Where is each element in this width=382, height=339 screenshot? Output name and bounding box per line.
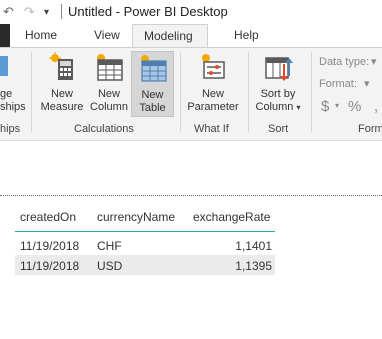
group-separator [311, 52, 312, 132]
window-title: Untitled - Power BI Desktop [68, 4, 228, 19]
tab-home[interactable]: Home [25, 28, 57, 42]
ribbon-tabs: Home View Modeling Help [0, 24, 382, 48]
what-if-group-label: What If [194, 123, 229, 135]
group-separator [248, 52, 249, 132]
customize-quick-access-icon[interactable]: ▾ [44, 7, 49, 18]
new-table-label-2: Table [139, 102, 166, 114]
title-separator [61, 4, 62, 19]
ribbon-modeling: ge ships hips New Measure New Column New… [0, 47, 382, 141]
tab-modeling[interactable]: Modeling [132, 24, 208, 48]
cell-createdon: 11/19/2018 [20, 259, 80, 273]
comma-style-icon[interactable]: , [374, 98, 378, 115]
cell-currencyname: USD [97, 259, 123, 273]
new-parameter-label-2: Parameter [187, 101, 239, 113]
column-header-exchangerate[interactable]: exchangeRate [193, 210, 270, 224]
new-column-label-1: New [97, 88, 120, 100]
redo-icon[interactable]: ↷ [24, 4, 35, 20]
format-label: Format: [319, 78, 357, 90]
new-column-icon [97, 54, 123, 81]
new-column-button[interactable]: New Column [88, 52, 130, 114]
new-column-label-2: Column [90, 101, 128, 113]
group-separator [180, 52, 181, 132]
new-parameter-label-1: New [201, 88, 224, 100]
sort-group-label: Sort [268, 123, 289, 135]
calculator-icon [49, 52, 73, 80]
calculations-group-label: Calculations [74, 123, 134, 135]
undo-icon[interactable]: ↶ [3, 4, 14, 20]
table-row: 11/19/2018 USD 1,1395 [15, 255, 275, 275]
cell-exchangerate: 1,1395 [235, 259, 272, 273]
column-header-createdon[interactable]: createdOn [20, 210, 76, 224]
new-measure-label-1: New [50, 88, 73, 100]
cell-exchangerate: 1,1401 [235, 239, 272, 253]
table-header: createdOn currencyName exchangeRate [15, 204, 275, 232]
data-type-label: Data type: [319, 56, 370, 68]
sort-by-column-button[interactable]: Sort by Column ▾ [252, 52, 304, 114]
new-table-icon [140, 55, 167, 82]
title-bar: ↶ ↷ ▾ Untitled - Power BI Desktop [0, 0, 382, 24]
relationships-group-label: hips [0, 123, 21, 135]
chevron-down-icon: ▾ [296, 103, 301, 112]
file-tab[interactable] [0, 24, 10, 48]
canvas-boundary [0, 195, 382, 196]
formatting-group-label: Form [358, 123, 382, 135]
tab-view[interactable]: View [94, 28, 120, 42]
new-parameter-button[interactable]: New Parameter [185, 52, 241, 114]
new-measure-button[interactable]: New Measure [37, 52, 87, 114]
relationships-icon [0, 56, 8, 76]
column-header-currencyname[interactable]: currencyName [97, 210, 175, 224]
sort-by-column-label-1: Sort by [260, 88, 296, 100]
manage-relationships-button[interactable]: ge ships [0, 52, 26, 114]
tab-help[interactable]: Help [234, 28, 259, 42]
new-parameter-icon [202, 54, 225, 79]
cell-currencyname: CHF [97, 239, 122, 253]
group-separator [31, 52, 32, 132]
percent-icon[interactable]: % [348, 98, 361, 115]
manage-relationships-label-2: ships [0, 101, 26, 113]
currency-dropdown-icon[interactable]: ▾ [335, 101, 339, 110]
new-table-label-1: New [141, 89, 164, 101]
new-table-button[interactable]: New Table [131, 51, 174, 117]
sort-by-column-icon [265, 57, 293, 81]
data-type-dropdown-icon[interactable]: ▾ [371, 55, 377, 68]
table-visual[interactable]: createdOn currencyName exchangeRate 11/1… [15, 204, 275, 275]
currency-icon[interactable]: $ [321, 98, 329, 115]
sort-by-column-label-2: Column [255, 101, 294, 113]
new-measure-label-2: Measure [40, 101, 84, 113]
manage-relationships-label-1: ge [0, 88, 13, 100]
cell-createdon: 11/19/2018 [20, 239, 80, 253]
format-dropdown-icon[interactable]: ▾ [364, 77, 370, 90]
table-row: 11/19/2018 CHF 1,1401 [15, 235, 275, 255]
